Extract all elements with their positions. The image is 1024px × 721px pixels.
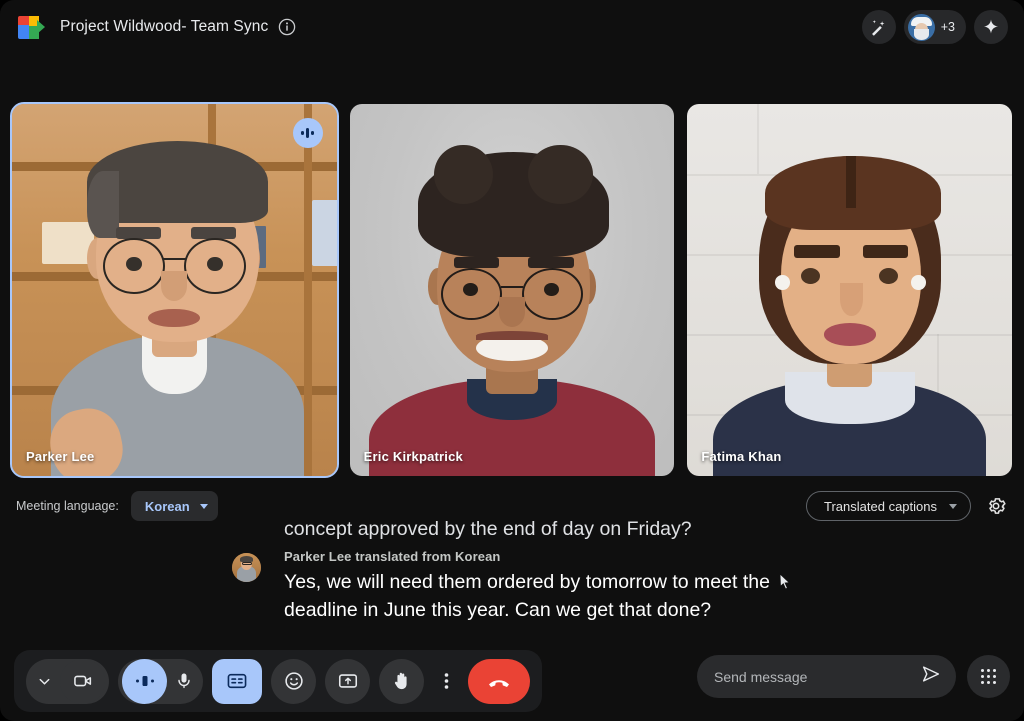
send-message-button[interactable]: [920, 663, 942, 690]
meeting-language-group: Meeting language: Korean: [16, 489, 218, 523]
captions-settings-button[interactable]: [984, 494, 1008, 518]
participants-button[interactable]: +3: [903, 10, 966, 44]
message-bar: Send message: [697, 655, 1010, 698]
chevron-down-icon: [199, 503, 208, 509]
speaking-indicator-icon: [135, 676, 154, 686]
visual-effects-wand-icon: [872, 19, 885, 36]
video-feed-fatima-khan: [687, 104, 1013, 476]
google-meet-window: Project Wildwood- Team Sync +3 Parker Le…: [0, 0, 1024, 721]
microphone-icon: [178, 673, 190, 689]
camera-toggle-button[interactable]: [60, 658, 105, 704]
gemini-button[interactable]: [974, 10, 1008, 44]
caption-previous-line: concept approved by the end of day on Fr…: [284, 518, 692, 540]
gemini-sparkle-icon: [983, 19, 999, 34]
apps-grid-icon: [980, 668, 997, 685]
caption-text-group: Parker Lee translated from Korean Yes, w…: [284, 549, 770, 624]
video-camera-icon: [73, 675, 91, 687]
visual-effects-button[interactable]: [861, 10, 896, 44]
top-bar: Project Wildwood- Team Sync +3: [0, 0, 1024, 54]
emoji-reaction-icon: [284, 672, 303, 690]
google-meet-logo-icon: [18, 15, 45, 39]
apps-button[interactable]: [967, 655, 1010, 698]
more-vertical-icon: [444, 673, 448, 689]
participants-count: +3: [940, 20, 955, 34]
leave-call-button[interactable]: [468, 658, 530, 704]
camera-options-button[interactable]: [30, 659, 58, 704]
captions-toggle-button[interactable]: [212, 658, 262, 704]
emoji-reaction-button[interactable]: [271, 658, 316, 704]
meeting-controls-bar: [14, 650, 542, 712]
raise-hand-icon: [394, 672, 407, 690]
present-screen-icon: [338, 674, 357, 688]
caption-speaker-label: Parker Lee translated from Korean: [284, 549, 501, 564]
participant-name: Fatima Khan: [701, 449, 782, 464]
microphone-control-group: [118, 658, 203, 704]
captions-panel: concept approved by the end of day on Fr…: [232, 516, 832, 624]
send-message-placeholder: Send message: [714, 668, 808, 685]
raise-hand-button[interactable]: [379, 658, 424, 704]
captions-mode-label: Translated captions: [824, 498, 937, 514]
speaker-avatar: [232, 553, 261, 582]
speaking-indicator-button[interactable]: [122, 658, 167, 704]
video-grid: Parker Lee Eric Kirkpatrick Fatima Khan: [10, 102, 1013, 478]
meeting-title: Project Wildwood- Team Sync: [60, 18, 269, 35]
participant-tile-eric-kirkpatrick[interactable]: Eric Kirkpatrick: [349, 104, 675, 476]
meeting-language-select[interactable]: Korean: [130, 491, 218, 521]
participant-tile-parker-lee[interactable]: Parker Lee: [10, 102, 339, 478]
present-screen-button[interactable]: [325, 658, 370, 704]
caption-line-2: deadline in June this year. Can we get t…: [284, 599, 712, 621]
gear-icon: [989, 498, 1006, 514]
participant-name: Parker Lee: [26, 449, 95, 464]
chevron-down-icon: [39, 678, 49, 685]
microphone-toggle-button[interactable]: [169, 659, 199, 704]
participant-name: Eric Kirkpatrick: [363, 449, 463, 464]
caption-line-1: Yes, we will need them ordered by tomorr…: [284, 571, 770, 593]
end-call-icon: [489, 680, 509, 687]
video-feed-eric-kirkpatrick: [349, 104, 675, 476]
closed-captions-icon: [227, 673, 247, 689]
participant-tile-fatima-khan[interactable]: Fatima Khan: [687, 104, 1013, 476]
send-message-field[interactable]: Send message: [697, 655, 956, 698]
top-bar-actions: +3: [861, 10, 1008, 44]
more-options-button[interactable]: [433, 659, 459, 704]
meeting-language-value: Korean: [144, 498, 190, 514]
meeting-language-label: Meeting language:: [16, 499, 119, 513]
chevron-down-icon: [949, 503, 957, 509]
participant-avatar: [907, 13, 935, 41]
send-icon: [922, 666, 940, 682]
captions-settings-group: Translated captions: [806, 489, 1008, 523]
caption-entry: Parker Lee translated from Korean Yes, w…: [232, 549, 832, 624]
camera-control-group: [26, 658, 109, 704]
info-icon[interactable]: [278, 18, 296, 36]
speaking-indicator-icon: [292, 118, 323, 148]
mouse-pointer-icon: [779, 573, 791, 591]
video-feed-parker-lee: [12, 104, 337, 476]
